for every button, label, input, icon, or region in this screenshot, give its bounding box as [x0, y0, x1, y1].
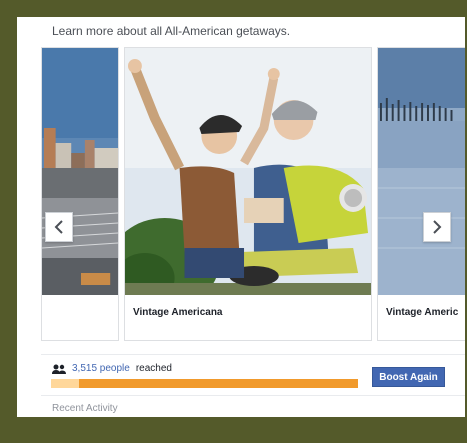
- carousel-slide-1[interactable]: [41, 47, 119, 341]
- carousel-slide-2[interactable]: Vintage Americana: [124, 47, 372, 341]
- chevron-right-icon: [433, 220, 442, 234]
- chevron-left-icon: [54, 220, 63, 234]
- carousel-slide-3[interactable]: Vintage Americ: [377, 47, 465, 341]
- slide-caption: Vintage Americ: [386, 307, 459, 318]
- ad-card: Learn more about all All-American getawa…: [17, 17, 465, 417]
- recent-activity-heading: Recent Activity: [52, 403, 118, 414]
- carousel-prev-button[interactable]: [45, 212, 73, 242]
- image-carousel: Vintage Americana Vintage Americ: [17, 47, 465, 347]
- reached-label: reached: [135, 363, 172, 374]
- couple-on-scooter-image: [125, 48, 371, 295]
- people-reached-link[interactable]: 3,515 people: [72, 363, 130, 374]
- people-icon: [52, 364, 66, 374]
- reach-progress-bar: [51, 379, 358, 388]
- reach-summary: 3,515 people reached: [52, 363, 172, 374]
- intro-text: Learn more about all All-American getawa…: [52, 24, 291, 38]
- carousel-next-button[interactable]: [423, 212, 451, 242]
- divider: [41, 354, 465, 355]
- reach-progress-fill: [51, 379, 79, 388]
- lake-with-pier-image: [378, 48, 465, 295]
- city-skyline-image: [42, 48, 118, 295]
- boost-again-button[interactable]: Boost Again: [372, 367, 445, 387]
- slide-caption: Vintage Americana: [133, 307, 223, 318]
- divider: [41, 395, 465, 396]
